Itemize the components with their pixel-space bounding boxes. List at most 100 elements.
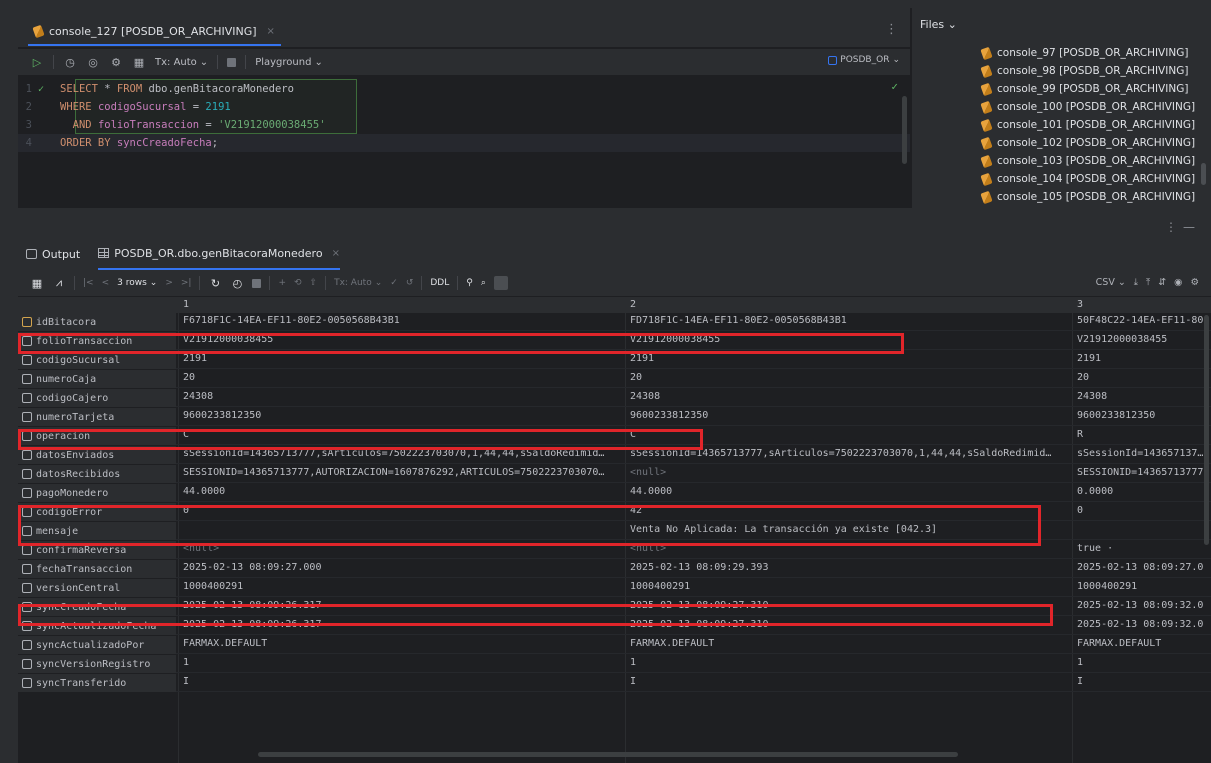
- pin-tab-icon[interactable]: ⚲: [466, 278, 473, 288]
- close-icon[interactable]: ×: [267, 26, 275, 37]
- table-cell[interactable]: 24308: [183, 391, 623, 402]
- history-icon[interactable]: ◷: [63, 55, 77, 69]
- table-view-icon[interactable]: ▦: [132, 55, 146, 69]
- submit-icon[interactable]: ⇧: [310, 278, 318, 288]
- table-cell[interactable]: SESSIONID=14365713777: [1077, 467, 1207, 478]
- files-panel-title[interactable]: Files ⌄: [920, 18, 957, 31]
- table-cell[interactable]: FARMAX.DEFAULT: [630, 638, 1070, 649]
- column-header[interactable]: 2: [630, 299, 636, 310]
- grid-view-icon[interactable]: ▦: [30, 276, 44, 290]
- ddl-button[interactable]: DDL: [430, 278, 449, 288]
- revert-icon[interactable]: ⟲: [294, 278, 302, 288]
- file-item[interactable]: console_100 [POSDB_OR_ARCHIVING]: [980, 98, 1195, 116]
- table-cell[interactable]: C: [183, 429, 623, 440]
- table-cell[interactable]: R: [1077, 429, 1207, 440]
- chart-view-icon[interactable]: ⩘: [52, 276, 66, 290]
- table-row[interactable]: folioTransaccion V21912000038455 V21912000…: [18, 332, 1211, 350]
- table-cell[interactable]: <null>: [183, 543, 623, 554]
- table-cell[interactable]: 1000400291: [183, 581, 623, 592]
- table-cell[interactable]: 2025-02-13 08:09:26.317: [183, 600, 623, 611]
- table-cell[interactable]: 44.0000: [630, 486, 1070, 497]
- table-cell[interactable]: sSessionId=14365713777,sArticulos=750222…: [630, 448, 1070, 459]
- table-cell[interactable]: 2025-02-13 08:09:26.317: [183, 619, 623, 630]
- table-cell[interactable]: FARMAX.DEFAULT: [1077, 638, 1207, 649]
- last-page-icon[interactable]: >|: [181, 278, 192, 288]
- table-cell[interactable]: 2025-02-13 08:09:27.310: [630, 600, 1070, 611]
- rows-dropdown[interactable]: 3 rows ⌄: [117, 278, 157, 288]
- file-item[interactable]: console_99 [POSDB_OR_ARCHIVING]: [980, 80, 1188, 98]
- filter-toggle-icon[interactable]: [493, 276, 508, 290]
- result-grid[interactable]: 1 2 3 idBitacora F6718F1C-14EA-EF11-80E2-…: [18, 297, 1211, 763]
- table-cell[interactable]: 0.0000: [1077, 486, 1207, 497]
- table-row[interactable]: datosEnviados sSessionId=14365713777,sArt…: [18, 446, 1211, 464]
- table-row[interactable]: syncActualizadoPor FARMAX.DEFAULT FARMAX.D…: [18, 636, 1211, 654]
- refresh-icon[interactable]: ↻: [208, 276, 222, 290]
- playground-dropdown[interactable]: Playground ⌄: [255, 57, 323, 68]
- run-icon[interactable]: ▷: [30, 55, 44, 69]
- next-page-icon[interactable]: >: [165, 278, 173, 288]
- table-row[interactable]: pagoMonedero 44.0000 44.0000 0.0000: [18, 484, 1211, 502]
- table-cell[interactable]: 2025-02-13 08:09:32.0: [1077, 619, 1207, 630]
- table-row[interactable]: operacion C C R: [18, 427, 1211, 445]
- table-cell[interactable]: 9600233812350: [183, 410, 623, 421]
- table-cell[interactable]: 1000400291: [630, 581, 1070, 592]
- close-icon[interactable]: ×: [332, 248, 340, 259]
- file-item[interactable]: console_97 [POSDB_OR_ARCHIVING]: [980, 44, 1188, 62]
- file-item[interactable]: console_103 [POSDB_OR_ARCHIVING]: [980, 152, 1195, 170]
- table-cell[interactable]: sSessionId=14365713777: [1077, 448, 1207, 459]
- rollback-icon[interactable]: ↺: [406, 278, 414, 288]
- table-cell[interactable]: 2025-02-13 08:09:32.0: [1077, 600, 1207, 611]
- column-header[interactable]: 3: [1077, 299, 1083, 310]
- table-row[interactable]: codigoSucursal 2191 2191 2191: [18, 351, 1211, 369]
- settings-icon[interactable]: ⚙: [1190, 277, 1199, 288]
- table-cell[interactable]: <null>: [630, 467, 1070, 478]
- table-cell[interactable]: 20: [630, 372, 1070, 383]
- table-cell[interactable]: 0: [1077, 505, 1207, 516]
- stop-icon[interactable]: [227, 57, 237, 67]
- add-row-icon[interactable]: +: [278, 278, 286, 288]
- upload-icon[interactable]: ⤒: [1146, 277, 1150, 288]
- table-cell[interactable]: 0: [183, 505, 623, 516]
- table-cell[interactable]: 2025-02-13 08:09:27.0: [1077, 562, 1207, 573]
- table-cell[interactable]: I: [1077, 676, 1207, 687]
- table-row[interactable]: codigoCajero 24308 24308 24308: [18, 389, 1211, 407]
- table-cell[interactable]: V21912000038455: [1077, 334, 1207, 345]
- table-row[interactable]: confirmaReversa <null> <null> true ·: [18, 541, 1211, 559]
- table-cell[interactable]: 9600233812350: [1077, 410, 1207, 421]
- table-row[interactable]: idBitacora F6718F1C-14EA-EF11-80E2-005056…: [18, 313, 1211, 331]
- file-item[interactable]: console_98 [POSDB_OR_ARCHIVING]: [980, 62, 1188, 80]
- table-cell[interactable]: V21912000038455: [183, 334, 623, 345]
- table-cell[interactable]: C: [630, 429, 1070, 440]
- commit-icon[interactable]: ✓: [390, 278, 398, 288]
- table-row[interactable]: versionCentral 1000400291 1000400291 100040…: [18, 579, 1211, 597]
- search-icon[interactable]: ⌕: [481, 278, 486, 288]
- table-cell[interactable]: I: [630, 676, 1070, 687]
- table-cell[interactable]: 24308: [1077, 391, 1207, 402]
- datasource-selector[interactable]: POSDB_OR ⌄: [828, 55, 900, 65]
- tab-result-table[interactable]: POSDB_OR.dbo.genBitacoraMonedero ×: [98, 238, 340, 270]
- file-item[interactable]: console_101 [POSDB_OR_ARCHIVING]: [980, 116, 1195, 134]
- table-cell[interactable]: 2025-02-13 08:09:29.393: [630, 562, 1070, 573]
- table-cell[interactable]: I: [183, 676, 623, 687]
- table-cell[interactable]: true ·: [1077, 543, 1207, 554]
- table-cell[interactable]: 2191: [630, 353, 1070, 364]
- table-row[interactable]: fechaTransaccion 2025-02-13 08:09:27.000 2…: [18, 560, 1211, 578]
- tab-console-127[interactable]: console_127 [POSDB_OR_ARCHIVING] ×: [28, 18, 281, 46]
- table-cell[interactable]: 44.0000: [183, 486, 623, 497]
- table-cell[interactable]: 20: [1077, 372, 1207, 383]
- table-row[interactable]: syncCreadoFecha 2025-02-13 08:09:26.317 20…: [18, 598, 1211, 616]
- grid-horizontal-scrollbar[interactable]: [258, 752, 958, 757]
- table-cell[interactable]: 1: [183, 657, 623, 668]
- view-icon[interactable]: ◉: [1174, 277, 1182, 288]
- table-cell[interactable]: Venta No Aplicada: La transacción ya exi…: [630, 524, 1070, 535]
- file-item[interactable]: console_105 [POSDB_OR_ARCHIVING]: [980, 188, 1195, 206]
- pin-icon[interactable]: ◎: [86, 55, 100, 69]
- table-row[interactable]: numeroTarjeta 9600233812350 9600233812350 9…: [18, 408, 1211, 426]
- file-item[interactable]: console_104 [POSDB_OR_ARCHIVING]: [980, 170, 1195, 188]
- table-cell[interactable]: 20: [183, 372, 623, 383]
- table-cell[interactable]: FARMAX.DEFAULT: [183, 638, 623, 649]
- panel-actions[interactable]: ⋮—: [1165, 220, 1201, 234]
- table-cell[interactable]: V21912000038455: [630, 334, 1070, 345]
- table-row[interactable]: syncActualizadoFecha 2025-02-13 08:09:26.…: [18, 617, 1211, 635]
- sql-editor[interactable]: ✓ 1 ✓ SELECT * FROM dbo.genBitacoraMoned…: [18, 76, 910, 208]
